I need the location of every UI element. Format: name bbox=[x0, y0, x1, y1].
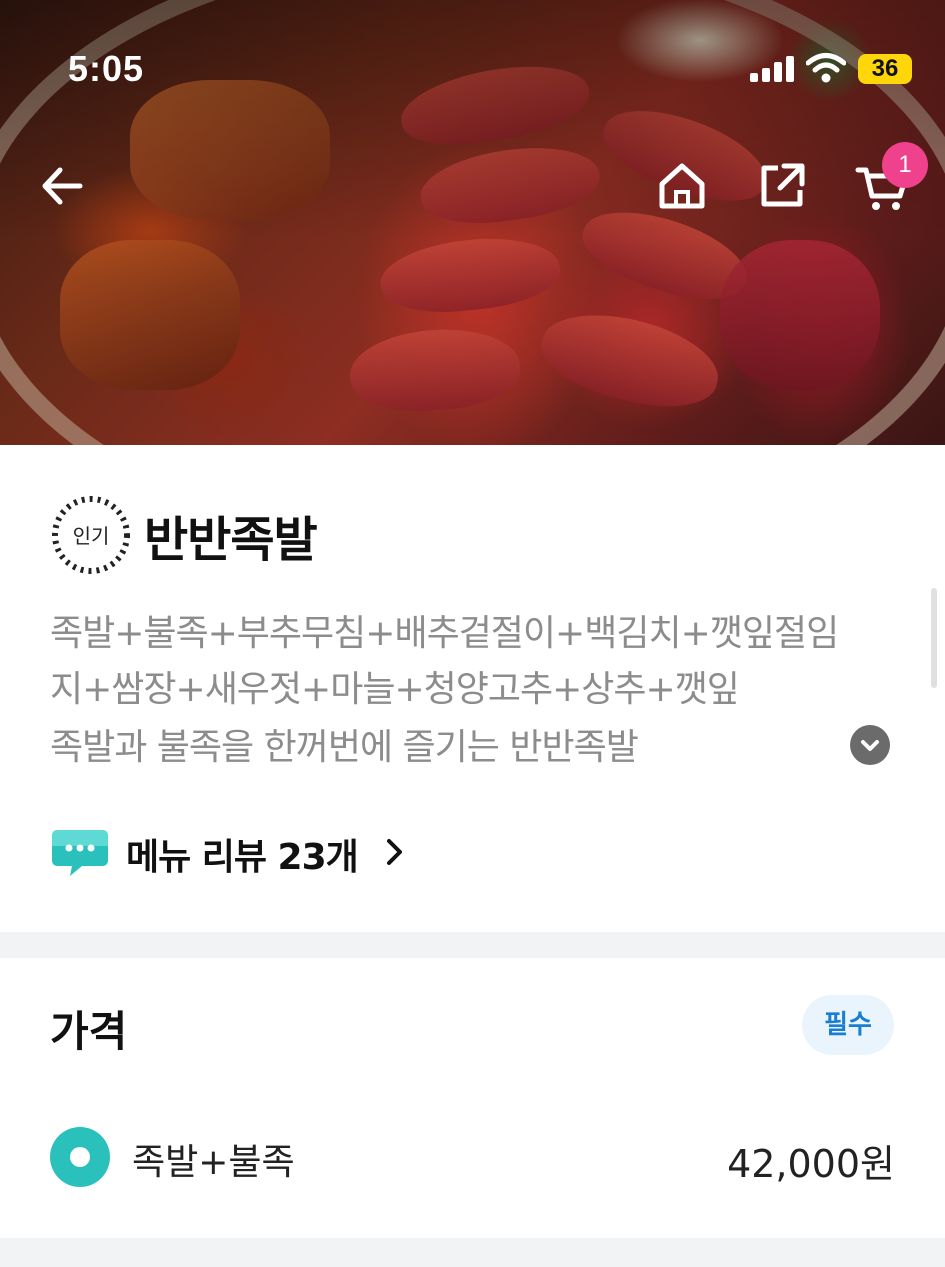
chevron-down-icon bbox=[861, 740, 879, 751]
section-divider bbox=[0, 932, 945, 958]
chevron-right-icon bbox=[387, 839, 402, 865]
share-icon[interactable] bbox=[754, 158, 810, 214]
section-divider-bottom bbox=[0, 1238, 945, 1267]
back-arrow-icon[interactable] bbox=[36, 158, 92, 214]
expand-description-button[interactable] bbox=[850, 725, 890, 765]
menu-item-title: 반반족발 bbox=[144, 512, 318, 568]
radio-button-selected[interactable] bbox=[50, 1127, 110, 1187]
status-time: 5:05 bbox=[68, 48, 145, 89]
description-line-3: 족발과 불족을 한꺼번에 즐기는 반반족발 bbox=[50, 727, 639, 768]
price-option-label: 족발+불족 bbox=[132, 1142, 295, 1183]
description-line-1: 족발+불족+부추무침+배추겉절이+백김치+깻잎절임 bbox=[50, 613, 839, 654]
menu-review-link[interactable]: 메뉴 리뷰 23개 bbox=[50, 822, 430, 882]
battery-indicator: 36 bbox=[858, 54, 912, 84]
home-icon[interactable] bbox=[654, 158, 710, 214]
cart-count-badge: 1 bbox=[882, 142, 928, 188]
price-section-heading: 가격 bbox=[50, 1007, 128, 1056]
popular-badge-label: 인기 bbox=[72, 524, 110, 548]
cellular-signal-icon bbox=[750, 56, 794, 82]
required-badge: 필수 bbox=[802, 995, 894, 1055]
price-option-value: 42,000원 bbox=[727, 1142, 895, 1186]
wifi-icon bbox=[806, 53, 846, 83]
description-line-2: 지+쌈장+새우젓+마늘+청양고추+상추+깻잎 bbox=[50, 669, 740, 710]
scrollbar[interactable] bbox=[931, 588, 937, 688]
speech-bubble-icon bbox=[52, 830, 108, 876]
review-link-label: 메뉴 리뷰 23개 bbox=[126, 837, 359, 878]
price-option-row[interactable]: 족발+불족 42,000원 bbox=[50, 1125, 895, 1189]
